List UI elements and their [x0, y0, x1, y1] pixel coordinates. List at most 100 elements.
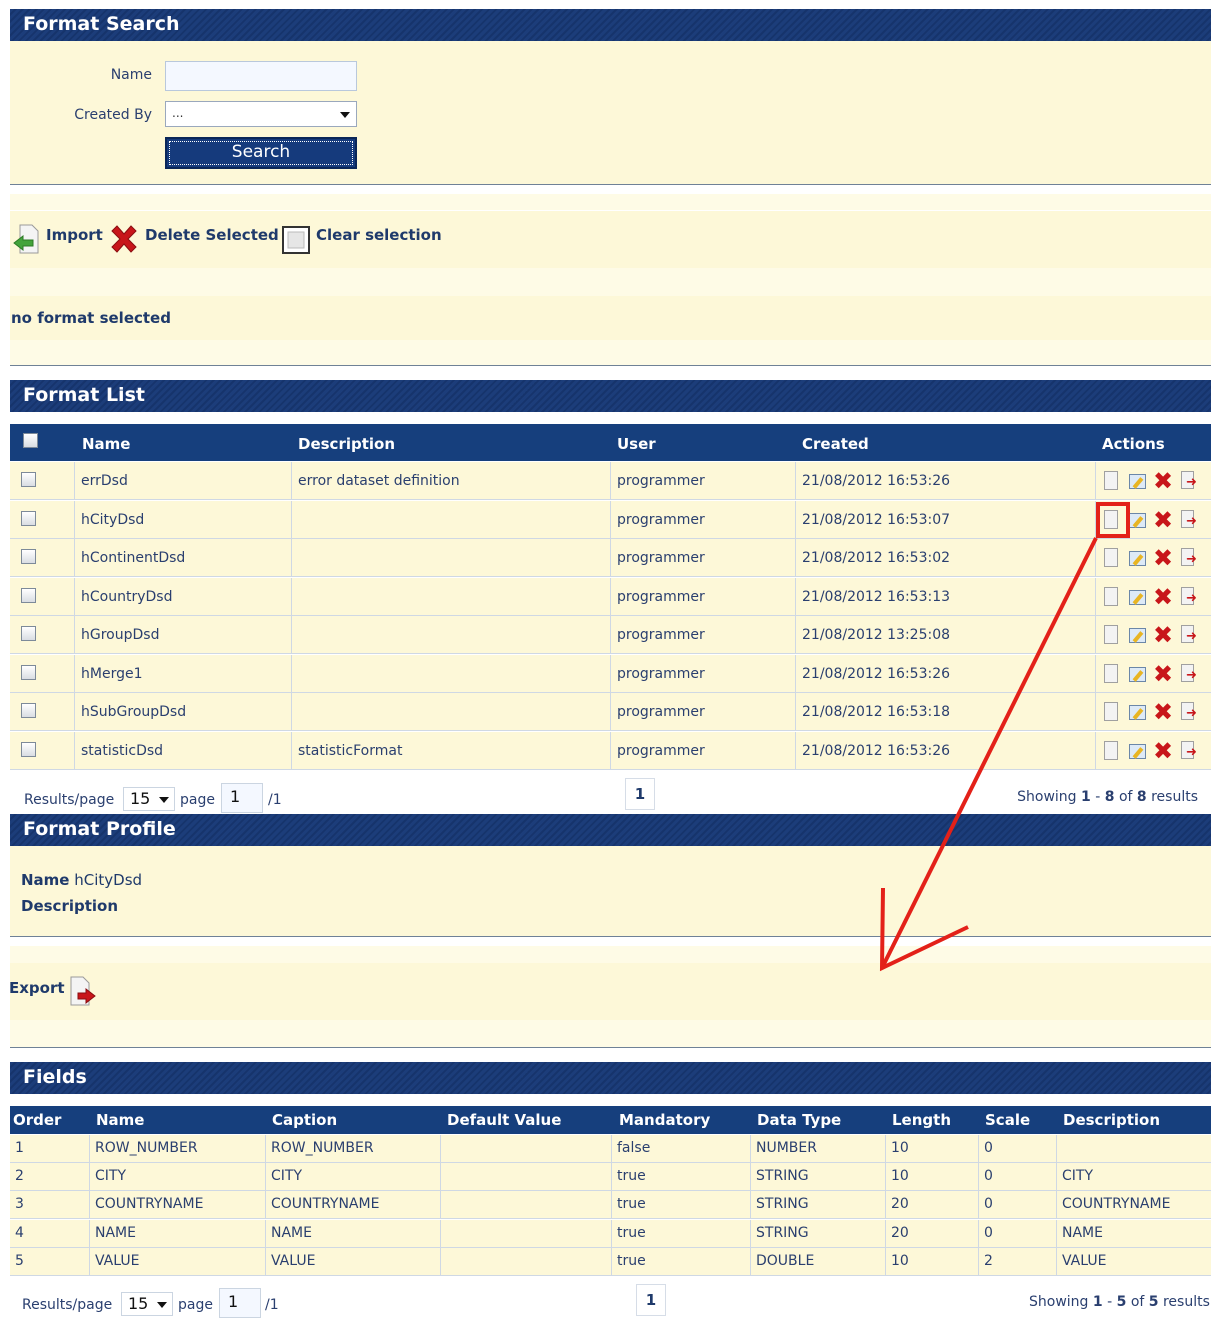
clear-selection-button[interactable]: Clear selection	[316, 226, 442, 244]
view-icon[interactable]	[1101, 470, 1121, 492]
results-per-page-select[interactable]: 15	[123, 787, 175, 811]
field-name: ROW_NUMBER	[90, 1135, 266, 1162]
row-checkbox[interactable]	[21, 472, 36, 487]
remove-icon[interactable]: ✖	[1153, 506, 1173, 534]
field-length: 10	[886, 1163, 979, 1191]
remove-icon[interactable]: ✖	[1153, 544, 1173, 572]
column-header-order: Order	[13, 1111, 62, 1129]
view-icon[interactable]	[1101, 509, 1121, 531]
row-checkbox[interactable]	[21, 664, 36, 680]
row-select-cell	[10, 500, 75, 538]
view-icon[interactable]	[1101, 701, 1121, 723]
export-icon[interactable]	[1179, 663, 1199, 685]
delete-icon[interactable]	[108, 224, 140, 256]
edit-icon[interactable]	[1127, 547, 1147, 569]
select-all-checkbox[interactable]	[23, 433, 38, 448]
page-label: page	[180, 792, 215, 808]
view-icon[interactable]	[1101, 624, 1121, 646]
table-row[interactable]: errDsd error dataset definition programmer…	[10, 462, 1211, 500]
remove-icon[interactable]: ✖	[1153, 621, 1173, 649]
export-icon[interactable]	[68, 975, 98, 1007]
edit-icon[interactable]	[1127, 509, 1147, 531]
clear-selection-icon[interactable]	[281, 225, 311, 255]
export-icon[interactable]	[1179, 740, 1199, 762]
showing-to: 8	[1104, 789, 1115, 805]
view-icon[interactable]	[1101, 663, 1121, 685]
page-link-1[interactable]: 1	[625, 778, 655, 810]
import-icon[interactable]	[12, 223, 42, 255]
export-icon[interactable]	[1179, 547, 1199, 569]
table-row[interactable]: hCityDsd programmer 21/08/2012 16:53:07 ✖	[10, 500, 1211, 539]
export-button[interactable]: Export	[9, 979, 65, 997]
total-pages: /1	[268, 792, 282, 808]
edit-icon-glyph	[1129, 743, 1146, 759]
row-checkbox[interactable]	[21, 741, 36, 757]
format-created: 21/08/2012 13:25:08	[796, 616, 1096, 653]
row-checkbox[interactable]	[21, 549, 36, 564]
edit-icon[interactable]	[1127, 624, 1147, 646]
page-input[interactable]: 1	[221, 783, 263, 813]
format-created: 21/08/2012 16:53:26	[796, 462, 1096, 499]
results-per-page-select[interactable]: 15	[121, 1292, 173, 1316]
remove-icon[interactable]: ✖	[1153, 737, 1173, 765]
table-row[interactable]: hCountryDsd programmer 21/08/2012 16:53:13…	[10, 577, 1211, 616]
export-icon[interactable]	[1179, 624, 1199, 646]
remove-icon[interactable]: ✖	[1153, 583, 1173, 611]
view-icon[interactable]	[1101, 586, 1121, 608]
delete-selected-button[interactable]: Delete Selected	[145, 226, 279, 244]
row-checkbox[interactable]	[21, 703, 36, 718]
edit-icon[interactable]	[1127, 586, 1147, 608]
export-icon[interactable]	[1179, 701, 1199, 723]
column-header-description[interactable]: Description	[298, 435, 395, 453]
import-button[interactable]: Import	[46, 226, 103, 244]
page-label: page	[178, 1297, 213, 1313]
table-row[interactable]: hMerge1 programmer 21/08/2012 16:53:26 ✖	[10, 654, 1211, 693]
remove-icon-glyph: ✖	[1153, 698, 1174, 726]
remove-icon[interactable]: ✖	[1153, 660, 1173, 688]
edit-icon[interactable]	[1127, 470, 1147, 492]
showing-dash: -	[1095, 789, 1101, 805]
column-header-name[interactable]: Name	[82, 435, 130, 453]
table-row[interactable]: hGroupDsd programmer 21/08/2012 13:25:08 ✖	[10, 616, 1211, 654]
created-by-select[interactable]: ...	[165, 101, 357, 127]
column-header-default-value: Default Value	[447, 1111, 562, 1129]
format-user: programmer	[611, 654, 796, 692]
edit-icon[interactable]	[1127, 701, 1147, 723]
row-select-cell	[10, 654, 75, 692]
row-checkbox[interactable]	[21, 587, 36, 603]
edit-icon[interactable]	[1127, 740, 1147, 762]
row-select-cell	[10, 731, 75, 769]
export-icon[interactable]	[1179, 470, 1199, 492]
view-icon[interactable]	[1101, 547, 1121, 569]
page-input[interactable]: 1	[219, 1288, 261, 1318]
view-icon[interactable]	[1101, 740, 1121, 762]
row-checkbox[interactable]	[21, 510, 36, 526]
column-header-created: Created	[802, 435, 869, 453]
view-icon-glyph	[1104, 548, 1118, 567]
row-actions: ✖	[1096, 732, 1211, 769]
table-row[interactable]: statisticDsd statisticFormat programmer 21/…	[10, 731, 1211, 770]
remove-icon[interactable]: ✖	[1153, 467, 1173, 495]
showing-prefix: Showing	[1029, 1294, 1089, 1310]
showing-prefix: Showing	[1017, 789, 1077, 805]
export-icon[interactable]	[1179, 586, 1199, 608]
export-icon[interactable]	[1179, 509, 1199, 531]
column-header-field-name: Name	[96, 1111, 145, 1129]
export-icon-glyph	[1181, 740, 1197, 760]
row-checkbox[interactable]	[21, 626, 36, 641]
column-header-user[interactable]: User	[617, 435, 656, 453]
page-link-1[interactable]: 1	[636, 1284, 666, 1316]
format-description	[292, 539, 611, 576]
table-row[interactable]: hContinentDsd programmer 21/08/2012 16:53:…	[10, 539, 1211, 577]
name-input[interactable]	[165, 61, 357, 91]
field-caption: COUNTRYNAME	[266, 1191, 441, 1219]
edit-icon[interactable]	[1127, 663, 1147, 685]
field-mandatory: true	[612, 1191, 751, 1219]
remove-icon[interactable]: ✖	[1153, 698, 1174, 726]
export-icon-glyph	[1181, 625, 1197, 644]
search-button[interactable]: Search	[165, 137, 357, 169]
action-icons: ✖	[1101, 467, 1201, 495]
table-row[interactable]: hSubGroupDsd programmer 21/08/2012 16:53:1…	[10, 693, 1211, 731]
format-created: 21/08/2012 16:53:26	[796, 654, 1096, 692]
format-created: 21/08/2012 16:53:13	[796, 577, 1096, 615]
